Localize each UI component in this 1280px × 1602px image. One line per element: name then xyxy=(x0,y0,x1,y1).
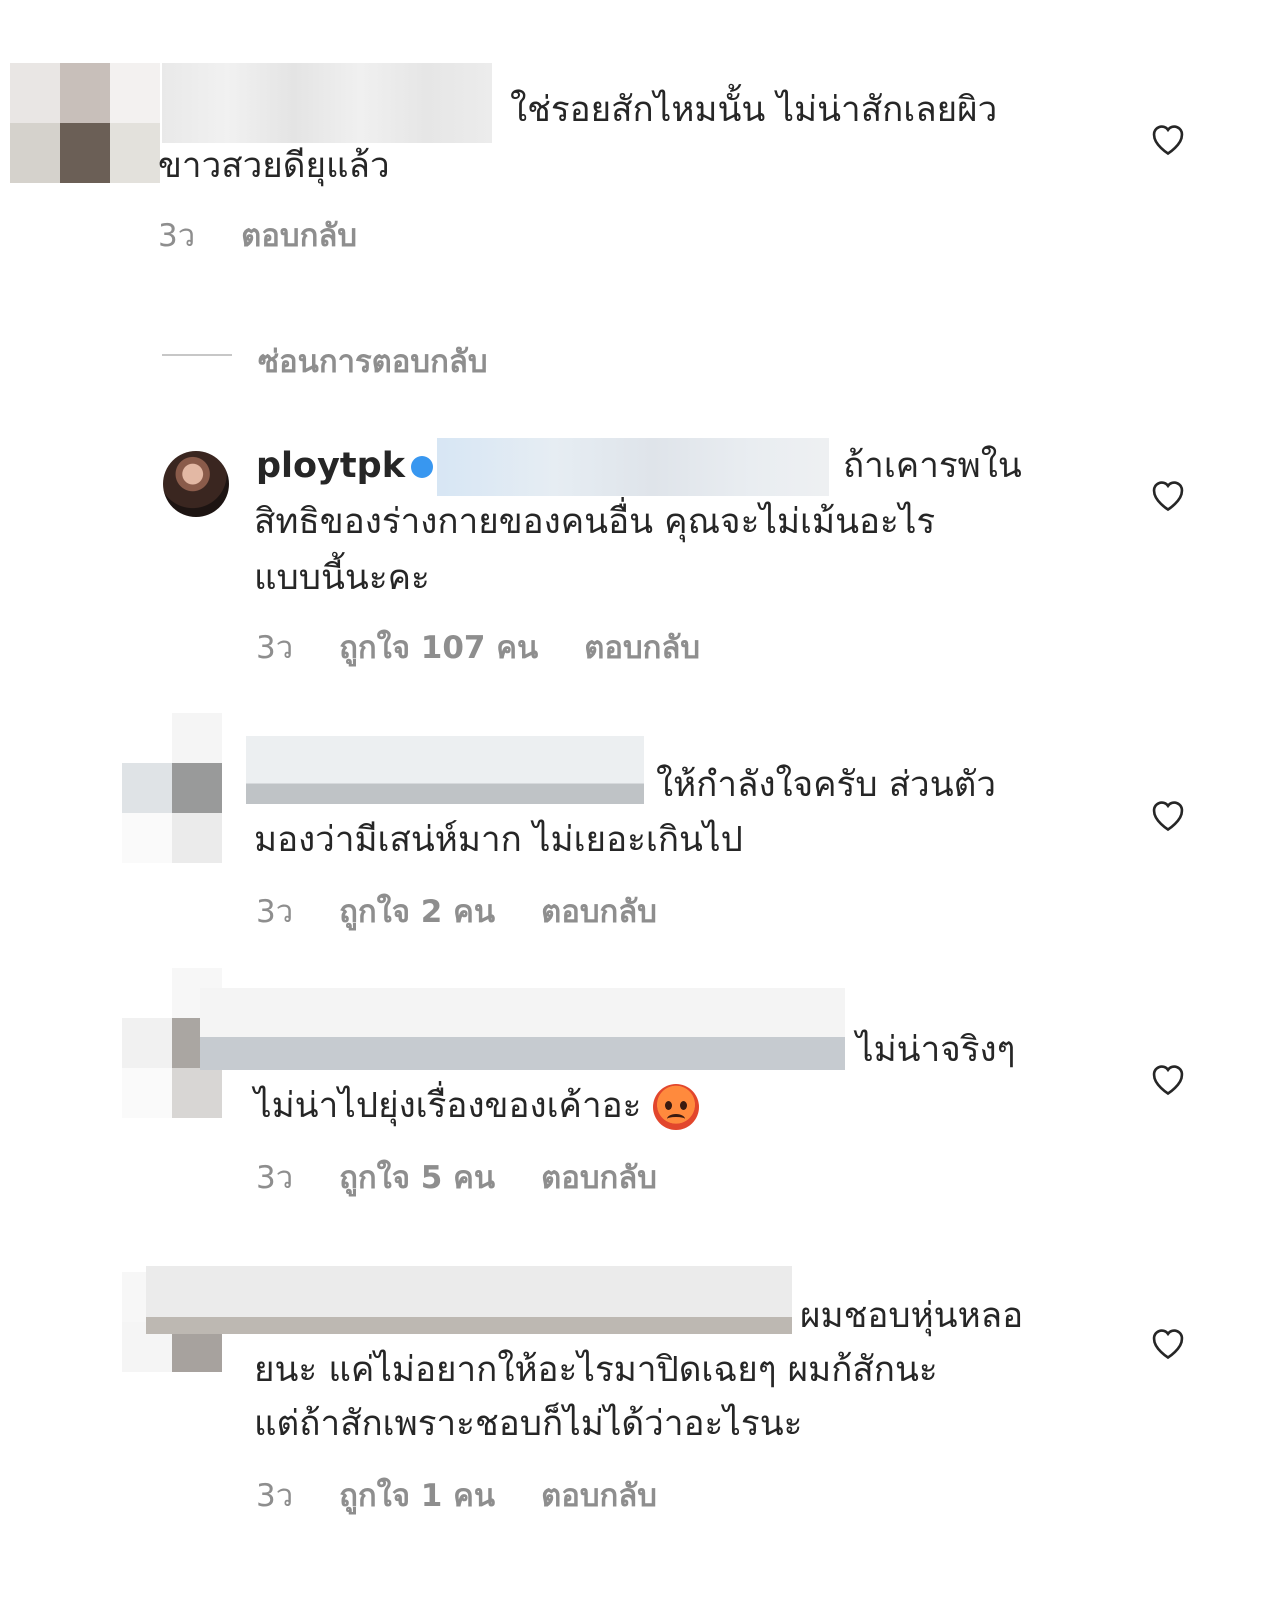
reply-button[interactable]: ตอบกลับ xyxy=(541,1478,657,1514)
comment-meta: 3ว ถูกใจ 107 คน ตอบกลับ xyxy=(256,628,746,668)
username[interactable]: ploytpk xyxy=(256,446,405,486)
replies-divider xyxy=(162,354,232,356)
comment-text: ให้กำลังใจครับ ส่วนตัว xyxy=(656,765,997,805)
comment-text: แบบนี้นะคะ xyxy=(254,558,430,598)
username-redacted xyxy=(246,736,644,804)
comment-meta: 3ว ตอบกลับ xyxy=(158,216,403,256)
reply-button[interactable]: ตอบกลับ xyxy=(584,630,700,666)
comment-meta: 3ว ถูกใจ 1 คน ตอบกลับ xyxy=(256,1476,703,1516)
comment-text: ขาวสวยดียุแล้ว xyxy=(158,146,390,186)
comment-meta: 3ว ถูกใจ 5 คน ตอบกลับ xyxy=(256,1158,703,1198)
username-redacted xyxy=(200,988,845,1070)
angry-face-emoji-icon xyxy=(652,1084,699,1130)
likes-count[interactable]: ถูกใจ 5 คน xyxy=(339,1160,495,1196)
comment-text: ploytpk ถ้าเคารพใน xyxy=(256,438,1022,496)
comment-text: แต่ถ้าสักเพราะชอบก็ไม่ได้ว่าอะไรนะ xyxy=(254,1404,803,1444)
comment-text: ยนะ แค่ไม่อยากให้อะไรมาปิดเฉยๆ ผมก้สักนะ xyxy=(254,1350,938,1390)
reply-button[interactable]: ตอบกลับ xyxy=(241,218,357,254)
reply-button[interactable]: ตอบกลับ xyxy=(541,894,657,930)
username-redacted xyxy=(162,63,492,143)
comment-time: 3ว xyxy=(256,1478,294,1514)
avatar-redacted xyxy=(122,713,222,863)
comment-text: มองว่ามีเสน่ห์มาก ไม่เยอะเกินไป xyxy=(254,820,743,860)
heart-icon[interactable] xyxy=(1148,1324,1188,1360)
avatar[interactable] xyxy=(163,451,229,517)
comment-text: ใช่รอยสักไหมนั้น ไม่น่าสักเลยผิว xyxy=(510,90,998,130)
reply-button[interactable]: ตอบกลับ xyxy=(541,1160,657,1196)
heart-icon[interactable] xyxy=(1148,476,1188,512)
comment-text: สิทธิของร่างกายของคนอื่น คุณจะไม่เม้นอะไ… xyxy=(254,502,936,542)
comment-text: ผมชอบหุ่นหลอ xyxy=(800,1296,1024,1336)
avatar-redacted xyxy=(10,63,160,183)
comment-text: ไม่น่าไปยุ่งเรื่องของเค้าอะ xyxy=(254,1078,699,1135)
likes-count[interactable]: ถูกใจ 1 คน xyxy=(339,1478,495,1514)
username-redacted xyxy=(146,1266,792,1334)
likes-count[interactable]: ถูกใจ 107 คน xyxy=(339,630,538,666)
comment-time: 3ว xyxy=(158,218,196,254)
comment-meta: 3ว ถูกใจ 2 คน ตอบกลับ xyxy=(256,892,703,932)
comment-text: ไม่น่าจริงๆ xyxy=(856,1030,1016,1070)
comment-time: 3ว xyxy=(256,1160,294,1196)
hide-replies-button[interactable]: ซ่อนการตอบกลับ xyxy=(258,336,488,386)
heart-icon[interactable] xyxy=(1148,120,1188,156)
comment-time: 3ว xyxy=(256,894,294,930)
likes-count[interactable]: ถูกใจ 2 คน xyxy=(339,894,495,930)
comment-time: 3ว xyxy=(256,630,294,666)
mention-redacted xyxy=(436,438,829,496)
heart-icon[interactable] xyxy=(1148,1060,1188,1096)
verified-badge-icon xyxy=(410,456,433,478)
heart-icon[interactable] xyxy=(1148,796,1188,832)
